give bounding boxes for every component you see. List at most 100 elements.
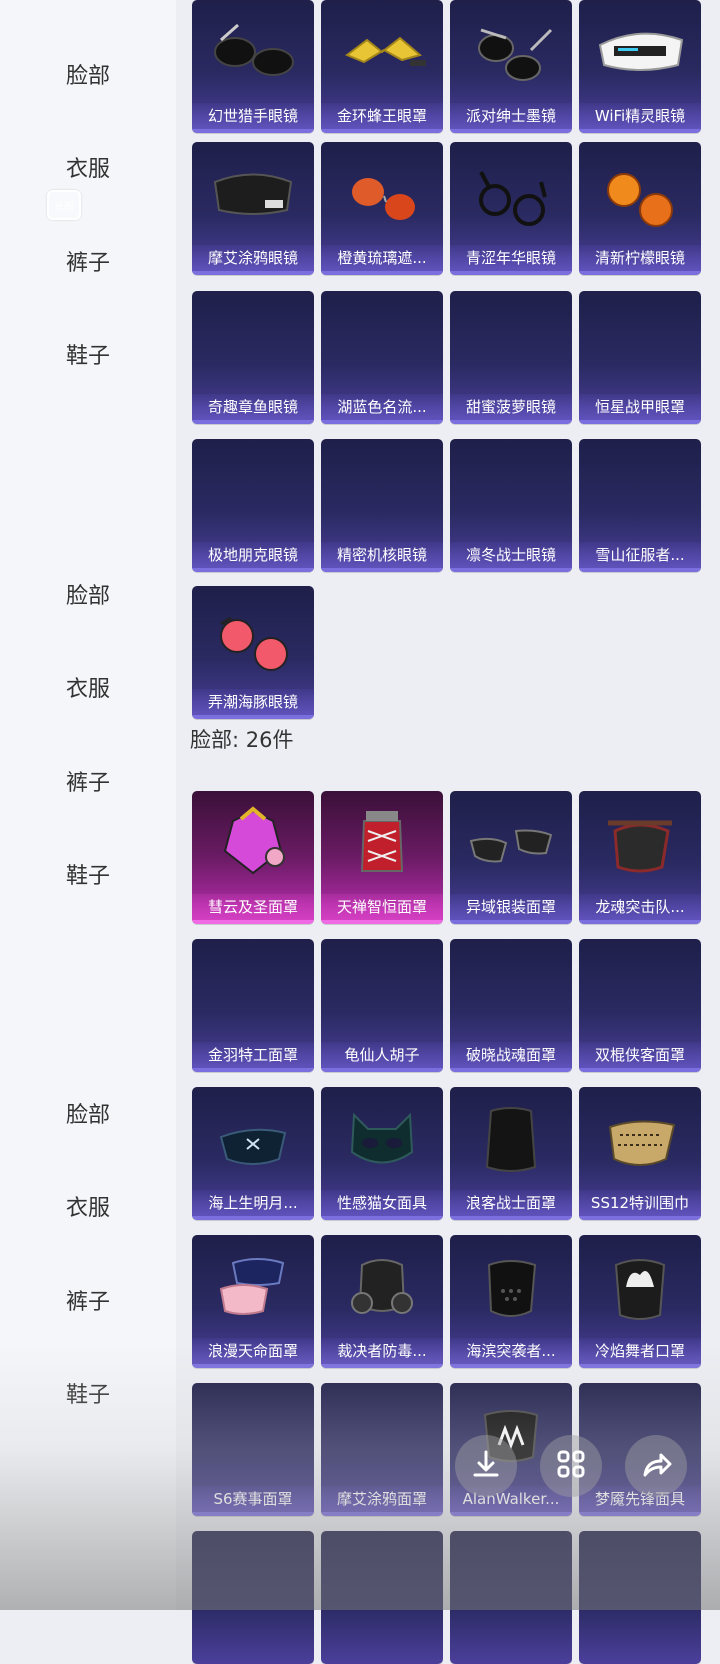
item-card[interactable]: S6赛事面罩 xyxy=(192,1383,314,1516)
sidebar-item-shoes[interactable]: 鞋子 xyxy=(0,342,176,372)
sidebar-item-shoes[interactable]: 鞋子 xyxy=(0,862,176,892)
card-divider xyxy=(579,920,701,924)
item-card[interactable]: 金环蜂王眼罩 xyxy=(321,0,443,133)
item-name: 清新柠檬眼镜 xyxy=(579,245,701,271)
item-name: 异域银装面罩 xyxy=(450,894,572,920)
item-name: SS12特训围巾 xyxy=(579,1190,701,1216)
item-card[interactable]: 彗云及圣面罩 xyxy=(192,791,314,924)
share-icon xyxy=(639,1447,673,1485)
item-name: 龙魂突击队... xyxy=(579,894,701,920)
item-name: 极地朋克眼镜 xyxy=(192,542,314,568)
cat-mask-icon xyxy=(321,1087,443,1187)
item-card[interactable]: 恒星战甲眼罩 xyxy=(579,291,701,424)
card-divider xyxy=(450,420,572,424)
item-card[interactable]: 湖蓝色名流... xyxy=(321,291,443,424)
item-card[interactable]: 奇趣章鱼眼镜 xyxy=(192,291,314,424)
item-name: 幻世猎手眼镜 xyxy=(192,103,314,129)
item-card[interactable]: 幻世猎手眼镜 xyxy=(192,0,314,133)
item-card[interactable] xyxy=(450,1531,572,1664)
tactical-mask-icon xyxy=(450,1235,572,1335)
category-sidebar: 脸部 衣服 裤子 鞋子 脸部 衣服 裤子 鞋子 脸部 衣服 裤子 鞋子 长图 xyxy=(0,0,176,1610)
item-card[interactable]: 派对绅士墨镜 xyxy=(450,0,572,133)
item-card[interactable]: 雪山征服者... xyxy=(579,439,701,572)
item-card[interactable] xyxy=(579,1531,701,1664)
item-card[interactable]: 异域银装面罩 xyxy=(450,791,572,924)
item-card[interactable]: 清新柠檬眼镜 xyxy=(579,142,701,275)
sidebar-item-clothes[interactable]: 衣服 xyxy=(0,155,176,185)
item-card[interactable] xyxy=(192,1531,314,1664)
card-divider xyxy=(579,1068,701,1072)
half-mask-icon xyxy=(450,791,572,891)
card-divider xyxy=(192,1068,314,1072)
card-divider xyxy=(321,1068,443,1072)
sidebar-item-face[interactable]: 脸部 xyxy=(0,62,176,92)
sidebar-item-pants[interactable]: 裤子 xyxy=(0,1288,176,1318)
visor-icon xyxy=(579,0,701,100)
item-card[interactable]: 冷焰舞者口罩 xyxy=(579,1235,701,1368)
item-name: 金羽特工面罩 xyxy=(192,1042,314,1068)
item-name: 青涩年华眼镜 xyxy=(450,245,572,271)
sunglasses-icon xyxy=(321,142,443,242)
sidebar-item-clothes[interactable]: 衣服 xyxy=(0,1194,176,1224)
share-button[interactable] xyxy=(625,1435,687,1497)
item-name: 派对绅士墨镜 xyxy=(450,103,572,129)
item-card[interactable]: 破晓战魂面罩 xyxy=(450,939,572,1072)
item-name: 浪漫天命面罩 xyxy=(192,1338,314,1364)
card-divider xyxy=(192,715,314,719)
item-card[interactable]: 摩艾涂鸦面罩 xyxy=(321,1383,443,1516)
card-divider xyxy=(579,420,701,424)
card-divider xyxy=(450,1512,572,1516)
item-card[interactable]: SS12特训围巾 xyxy=(579,1087,701,1220)
item-card[interactable]: 天禅智恒面罩 xyxy=(321,791,443,924)
card-divider xyxy=(192,1512,314,1516)
download-icon xyxy=(469,1447,503,1485)
item-card[interactable] xyxy=(321,1531,443,1664)
item-card[interactable]: 金羽特工面罩 xyxy=(192,939,314,1072)
item-card[interactable]: 弄潮海豚眼镜 xyxy=(192,586,314,719)
grid-button[interactable] xyxy=(540,1435,602,1497)
helmet-mask-icon xyxy=(192,791,314,891)
item-card[interactable]: 龟仙人胡子 xyxy=(321,939,443,1072)
item-card[interactable]: 甜蜜菠萝眼镜 xyxy=(450,291,572,424)
item-name: 双棍侠客面罩 xyxy=(579,1042,701,1068)
card-divider xyxy=(192,920,314,924)
item-card[interactable]: 海滨突袭者... xyxy=(450,1235,572,1368)
card-divider xyxy=(579,568,701,572)
download-button[interactable] xyxy=(455,1435,517,1497)
item-card[interactable]: WiFi精灵眼镜 xyxy=(579,0,701,133)
item-card[interactable]: 浪客战士面罩 xyxy=(450,1087,572,1220)
item-card[interactable]: 橙黄琉璃遮... xyxy=(321,142,443,275)
card-divider xyxy=(192,1216,314,1220)
card-divider xyxy=(192,1364,314,1368)
item-card[interactable]: 龙魂突击队... xyxy=(579,791,701,924)
item-card[interactable]: 凛冬战士眼镜 xyxy=(450,439,572,572)
sidebar-item-face[interactable]: 脸部 xyxy=(0,1101,176,1131)
card-divider xyxy=(450,129,572,133)
card-divider xyxy=(579,1216,701,1220)
item-card[interactable]: 青涩年华眼镜 xyxy=(450,142,572,275)
sidebar-item-face[interactable]: 脸部 xyxy=(0,582,176,612)
card-divider xyxy=(192,420,314,424)
item-card[interactable]: 性感猫女面具 xyxy=(321,1087,443,1220)
sidebar-item-clothes[interactable]: 衣服 xyxy=(0,675,176,705)
item-card[interactable]: 裁决者防毒... xyxy=(321,1235,443,1368)
card-divider xyxy=(321,129,443,133)
item-name: 摩艾涂鸦面罩 xyxy=(321,1486,443,1512)
item-card[interactable]: 浪漫天命面罩 xyxy=(192,1235,314,1368)
item-card[interactable]: 海上生明月... xyxy=(192,1087,314,1220)
item-card[interactable]: 极地朋克眼镜 xyxy=(192,439,314,572)
item-card[interactable]: 精密机核眼镜 xyxy=(321,439,443,572)
item-card[interactable]: 双棍侠客面罩 xyxy=(579,939,701,1072)
sidebar-item-shoes[interactable]: 鞋子 xyxy=(0,1381,176,1411)
card-divider xyxy=(450,568,572,572)
card-divider xyxy=(321,568,443,572)
item-name: 精密机核眼镜 xyxy=(321,542,443,568)
item-card[interactable]: 摩艾涂鸦眼镜 xyxy=(192,142,314,275)
card-divider xyxy=(321,271,443,275)
lemon-glasses-icon xyxy=(579,142,701,242)
sidebar-item-pants[interactable]: 裤子 xyxy=(0,769,176,799)
card-divider xyxy=(579,129,701,133)
sidebar-item-pants[interactable]: 裤子 xyxy=(0,249,176,279)
long-screenshot-badge[interactable]: 长图 xyxy=(47,190,81,220)
item-name: 裁决者防毒... xyxy=(321,1338,443,1364)
